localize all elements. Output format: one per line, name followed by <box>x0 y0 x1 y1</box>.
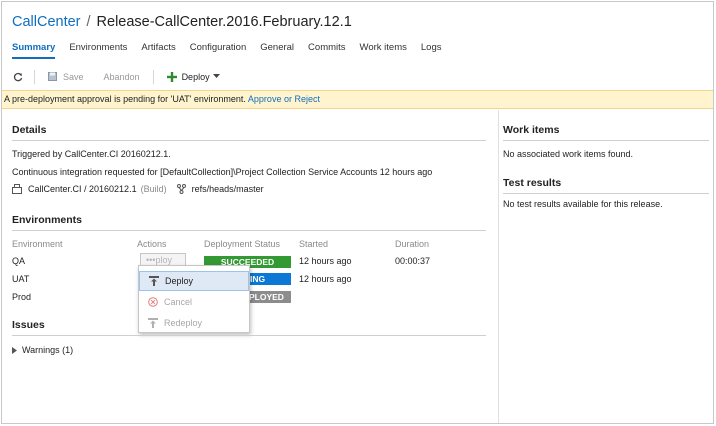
tab-artifacts[interactable]: Artifacts <box>141 42 175 53</box>
abandon-label: Abandon <box>103 71 140 82</box>
approve-or-reject-link[interactable]: Approve or Reject <box>248 94 320 104</box>
breadcrumb-separator: / <box>86 14 91 30</box>
test-results-heading: Test results <box>503 177 562 189</box>
release-title: Release-CallCenter.2016.February.12.1 <box>96 14 352 30</box>
issues-heading: Issues <box>12 319 45 331</box>
col-header-deployment-status: Deployment Status <box>204 239 281 249</box>
refresh-button[interactable] <box>13 72 23 82</box>
menu-item-redeploy[interactable]: Redeploy <box>139 313 249 333</box>
ci-request-text: Continuous integration requested for [De… <box>12 167 433 177</box>
project-link[interactable]: CallCenter <box>12 14 81 30</box>
work-items-divider <box>503 140 709 141</box>
started-uat: 12 hours ago <box>299 274 352 284</box>
menu-item-redeploy-label: Redeploy <box>164 318 203 328</box>
tab-bar: Summary Environments Artifacts Configura… <box>12 42 455 59</box>
details-divider <box>12 140 486 141</box>
col-header-environment: Environment <box>12 239 63 249</box>
tab-configuration[interactable]: Configuration <box>190 42 247 53</box>
col-header-actions: Actions <box>137 239 167 249</box>
branch-icon <box>176 184 186 194</box>
artifact-row: CallCenter.CI / 20160212.1 (Build) refs/… <box>12 184 264 194</box>
toolbar-divider <box>34 69 35 84</box>
save-icon <box>48 72 57 81</box>
tab-commits[interactable]: Commits <box>308 42 345 53</box>
environments-heading: Environments <box>12 214 83 226</box>
deploy-icon <box>149 276 159 286</box>
menu-item-cancel[interactable]: Cancel <box>139 292 249 312</box>
environment-name-uat[interactable]: UAT <box>12 274 29 284</box>
tab-work-items[interactable]: Work items <box>360 42 407 53</box>
started-qa: 12 hours ago <box>299 256 352 266</box>
environment-name-prod[interactable]: Prod <box>12 292 31 302</box>
menu-item-deploy[interactable]: Deploy <box>139 271 249 291</box>
deploy-dropdown-button[interactable]: Deploy <box>166 71 220 82</box>
deploy-label: Deploy <box>181 71 210 82</box>
toolbar: Save Abandon Deploy <box>2 66 713 87</box>
abandon-button[interactable]: Abandon <box>104 72 140 82</box>
col-header-started: Started <box>299 239 329 249</box>
issues-divider <box>12 335 486 336</box>
triggered-by-text: Triggered by CallCenter.CI 20160212.1. <box>12 149 171 159</box>
duration-qa: 00:00:37 <box>395 256 431 266</box>
warnings-expander[interactable]: Warnings (1) <box>12 345 73 355</box>
banner-message: A pre-deployment approval is pending for… <box>4 94 246 104</box>
tab-logs[interactable]: Logs <box>421 42 442 53</box>
save-label: Save <box>63 71 84 82</box>
test-results-empty-text: No test results available for this relea… <box>503 199 663 209</box>
warnings-label: Warnings (1) <box>22 345 74 355</box>
tab-summary[interactable]: Summary <box>12 42 56 59</box>
right-panel-divider <box>498 110 499 423</box>
cancel-icon <box>148 297 158 307</box>
test-results-divider <box>503 193 709 194</box>
work-items-empty-text: No associated work items found. <box>503 149 634 159</box>
release-summary-page: CallCenter / Release-CallCenter.2016.Feb… <box>1 1 714 424</box>
refresh-icon <box>13 72 23 81</box>
chevron-down-icon <box>212 74 220 78</box>
environment-actions-menu: Deploy Cancel Redeploy <box>138 265 250 333</box>
tab-general[interactable]: General <box>260 42 294 53</box>
menu-item-deploy-label: Deploy <box>165 276 194 286</box>
col-header-duration: Duration <box>395 239 430 249</box>
breadcrumb: CallCenter / Release-CallCenter.2016.Feb… <box>12 12 352 32</box>
redeploy-icon <box>148 318 158 328</box>
tab-environments[interactable]: Environments <box>69 42 127 53</box>
artifact-type: (Build) <box>140 184 167 194</box>
save-button[interactable]: Save <box>48 72 84 82</box>
toolbar-divider <box>152 69 154 84</box>
environments-divider <box>12 230 486 231</box>
details-heading: Details <box>12 124 47 136</box>
artifact-link[interactable]: CallCenter.CI / 20160212.1 <box>28 184 137 194</box>
branch-link[interactable]: refs/heads/master <box>192 184 264 194</box>
plus-icon <box>166 71 177 82</box>
build-icon <box>12 184 22 194</box>
environment-name-qa[interactable]: QA <box>12 256 25 266</box>
menu-item-cancel-label: Cancel <box>164 297 193 307</box>
approval-banner: A pre-deployment approval is pending for… <box>2 90 713 109</box>
work-items-heading: Work items <box>503 124 560 136</box>
chevron-right-icon <box>12 346 17 354</box>
